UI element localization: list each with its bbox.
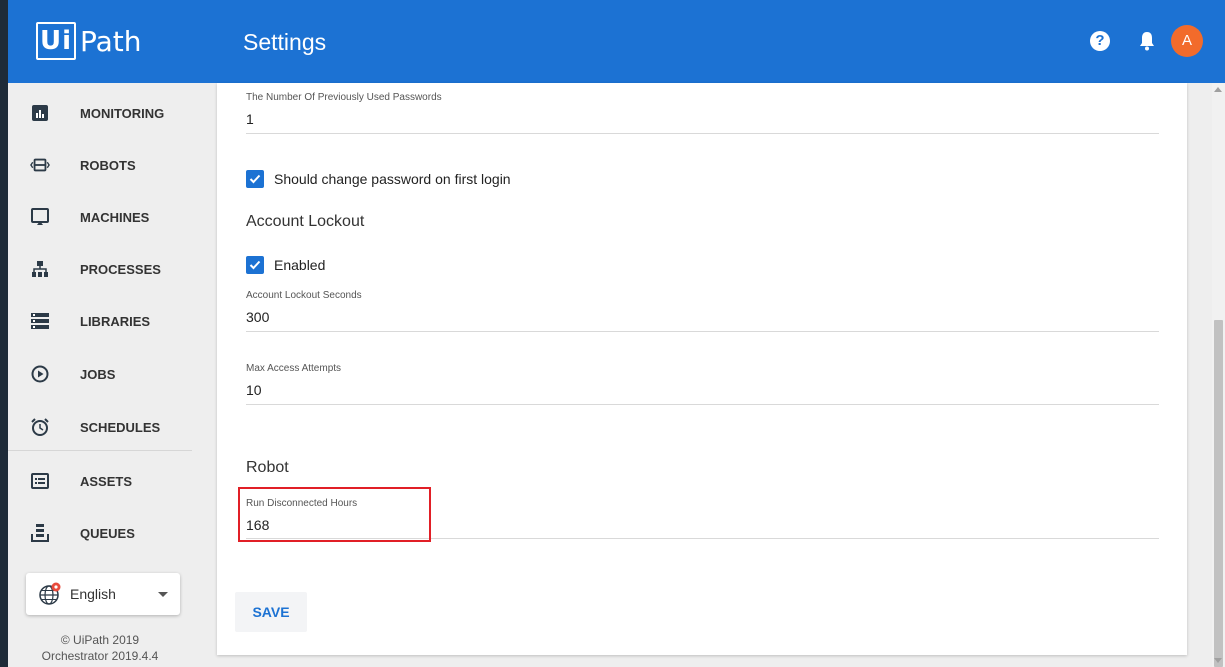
max-attempts-label: Max Access Attempts [246, 363, 342, 374]
robot-heading: Robot [246, 459, 289, 476]
sidebar-item-label: ASSETS [80, 473, 133, 489]
sidebar-item-queues[interactable]: QUEUES [8, 510, 192, 556]
lockout-seconds-label: Account Lockout Seconds [246, 290, 362, 301]
prev-passwords-label: The Number Of Previously Used Passwords [246, 92, 442, 103]
sidebar-item-libraries[interactable]: LIBRARIES [8, 298, 192, 344]
sidebar-item-label: JOBS [80, 366, 116, 382]
chevron-down-icon [158, 592, 168, 597]
checkbox-checked-icon [246, 256, 264, 274]
sidebar-item-assets[interactable]: ASSETS [8, 458, 192, 504]
scroll-down-icon[interactable] [1214, 658, 1222, 663]
sidebar-footer: © UiPath 2019 Orchestrator 2019.4.4 [8, 632, 192, 664]
save-button[interactable]: SAVE [235, 592, 307, 632]
version-text: Orchestrator 2019.4.4 [41, 649, 159, 663]
max-attempts-input[interactable]: 10 [246, 382, 262, 398]
sidebar-item-monitoring[interactable]: MONITORING [8, 90, 192, 136]
sidebar-item-label: PROCESSES [80, 261, 161, 277]
sidebar-item-label: ROBOTS [80, 157, 136, 173]
logo-box: Ui [36, 22, 76, 60]
page-title: Settings [243, 29, 327, 55]
uipath-logo[interactable]: Ui Path [36, 22, 142, 60]
sidebar-item-processes[interactable]: PROCESSES [8, 246, 192, 292]
monitor-icon [30, 207, 50, 227]
page-scrollbar[interactable] [1212, 83, 1225, 667]
queue-icon [30, 523, 50, 543]
sidebar-item-label: MONITORING [80, 105, 165, 121]
lockout-seconds-input[interactable]: 300 [246, 309, 269, 325]
copyright-text: © UiPath 2019 [60, 633, 140, 647]
avatar[interactable]: A [1171, 25, 1203, 57]
sidebar-item-label: QUEUES [80, 525, 135, 541]
max-attempts-underline [246, 404, 1159, 405]
chart-icon [30, 103, 50, 123]
language-selector[interactable]: English [26, 573, 180, 615]
change-password-first-login-checkbox[interactable]: Should change password on first login [246, 170, 511, 188]
highlight-box [238, 487, 431, 542]
checkbox-checked-icon [246, 170, 264, 188]
checkbox-label: Enabled [274, 257, 326, 273]
prev-passwords-underline [246, 133, 1159, 134]
alarm-clock-icon [30, 417, 50, 437]
hierarchy-icon [30, 259, 50, 279]
lockout-enabled-checkbox[interactable]: Enabled [246, 256, 325, 274]
help-icon[interactable]: ? [1090, 31, 1110, 51]
sidebar-item-schedules[interactable]: SCHEDULES [8, 404, 192, 450]
globe-icon [38, 582, 62, 606]
scrollbar-thumb[interactable] [1214, 320, 1223, 667]
robot-icon [30, 155, 50, 175]
sidebar-divider [8, 450, 192, 451]
bell-icon[interactable] [1138, 31, 1156, 51]
window-left-edge [0, 0, 8, 667]
scroll-up-icon[interactable] [1214, 87, 1222, 92]
prev-passwords-input[interactable]: 1 [246, 111, 254, 127]
list-icon [30, 311, 50, 331]
checkbox-label: Should change password on first login [274, 171, 511, 187]
sidebar-item-jobs[interactable]: JOBS [8, 351, 192, 397]
sidebar: MONITORING ROBOTS MACHINES PROCESSES LIB… [8, 83, 192, 667]
sidebar-item-label: SCHEDULES [80, 419, 161, 435]
sidebar-item-robots[interactable]: ROBOTS [8, 142, 192, 188]
sidebar-item-label: LIBRARIES [80, 313, 151, 329]
logo-text: Path [80, 24, 142, 58]
lockout-seconds-underline [246, 331, 1159, 332]
play-circle-icon [30, 364, 50, 384]
top-app-bar: Ui Path Settings ? A [8, 0, 1225, 83]
assets-icon [30, 471, 50, 491]
language-label: English [70, 586, 116, 602]
settings-card: The Number Of Previously Used Passwords … [217, 83, 1187, 655]
sidebar-item-machines[interactable]: MACHINES [8, 194, 192, 240]
sidebar-item-label: MACHINES [80, 209, 150, 225]
account-lockout-heading: Account Lockout [246, 213, 365, 230]
